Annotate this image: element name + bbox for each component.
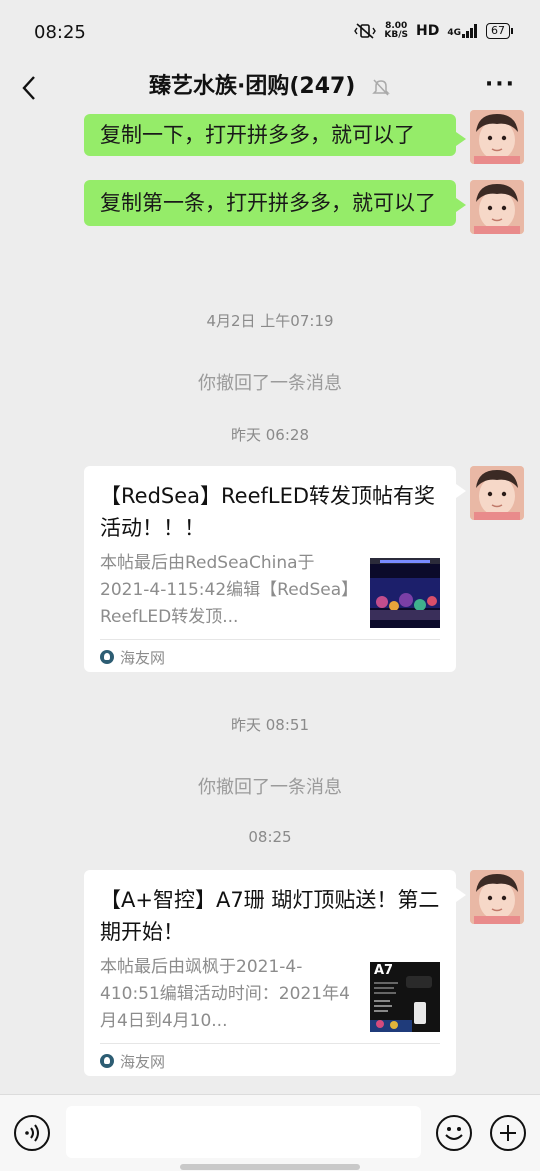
avatar[interactable] [470,180,524,234]
hd-label: HD [416,23,440,39]
chat-title-text: 臻艺水族·团购(247) [148,74,356,99]
card-title: 【A+智控】A7珊 瑚灯顶贴送！第二期开始！ [100,888,440,944]
avatar[interactable] [470,870,524,924]
card-title: 【RedSea】ReefLED转发顶帖有奖活动！！！ [100,484,436,540]
battery-level: 67 [491,24,505,37]
network-type: 4G [447,28,461,38]
card-thumbnail: A7 [370,962,440,1032]
card-source-name: 海友网 [120,648,166,667]
message-bubble[interactable]: 复制第一条，打开拼多多，就可以了 [84,180,466,226]
link-card[interactable]: 【A+智控】A7珊 瑚灯顶贴送！第二期开始！ 本帖最后由飒枫于2021-4-41… [84,870,466,1078]
card-body: 本帖最后由飒枫于2021-4-410:51编辑活动时间：2021年4月4日到4月… [100,954,440,1035]
voice-icon [25,1124,39,1142]
card-source: 海友网 [100,639,440,674]
site-logo-icon [100,1054,114,1068]
input-bar [0,1094,540,1171]
avatar[interactable] [470,466,524,520]
mute-bell-icon [372,79,390,96]
avatar[interactable] [470,110,524,164]
message-text: 复制第一条，打开拼多多，就可以了 [100,191,436,215]
emoji-button[interactable] [436,1115,472,1151]
recall-notice: 你撤回了一条消息 [198,777,342,798]
recall-notice: 你撤回了一条消息 [198,373,342,394]
more-button[interactable]: ··· [485,72,516,97]
card-thumbnail [370,558,440,628]
signal-icon: 4G [447,24,478,38]
status-bar: 08:25 8.00 KB/S HD 4G 67 [0,0,540,64]
timestamp: 08:25 [248,828,292,846]
site-logo-icon [100,650,114,664]
card-body: 本帖最后由RedSeaChina于2021-4-115:42编辑【RedSea】… [100,550,440,631]
link-card[interactable]: 【RedSea】ReefLED转发顶帖有奖活动！！！ 本帖最后由RedSeaCh… [84,466,466,674]
network-speed: 8.00 KB/S [384,22,408,40]
card-source-name: 海友网 [120,1052,166,1071]
status-time: 08:25 [34,22,86,43]
status-icons: 8.00 KB/S HD 4G 67 [354,22,513,40]
battery-icon: 67 [486,23,513,39]
message-bubble[interactable]: 复制一下，打开拼多多，就可以了 [84,114,466,156]
more-actions-button[interactable] [490,1115,526,1151]
timestamp: 昨天 06:28 [231,426,309,444]
timestamp: 昨天 08:51 [231,716,309,734]
home-indicator[interactable] [180,1164,360,1170]
timestamp: 4月2日 上午07:19 [206,312,334,330]
chat-header: 臻艺水族·团购(247) ··· [0,64,540,112]
message-input[interactable] [66,1106,421,1158]
thumbnail-label: A7 [374,963,394,978]
card-source: 海友网 [100,1043,440,1078]
voice-button[interactable] [14,1115,50,1151]
card-description: 本帖最后由飒枫于2021-4-410:51编辑活动时间：2021年4月4日到4月… [100,957,350,1031]
plus-icon [500,1125,516,1141]
chat-title: 臻艺水族·团购(247) [0,68,540,100]
card-description: 本帖最后由RedSeaChina于2021-4-115:42编辑【RedSea】… [100,553,359,627]
emoji-icon [445,1127,463,1140]
message-text: 复制一下，打开拼多多，就可以了 [100,123,415,147]
vibrate-mute-icon [354,23,377,39]
speed-unit: KB/S [384,30,408,40]
